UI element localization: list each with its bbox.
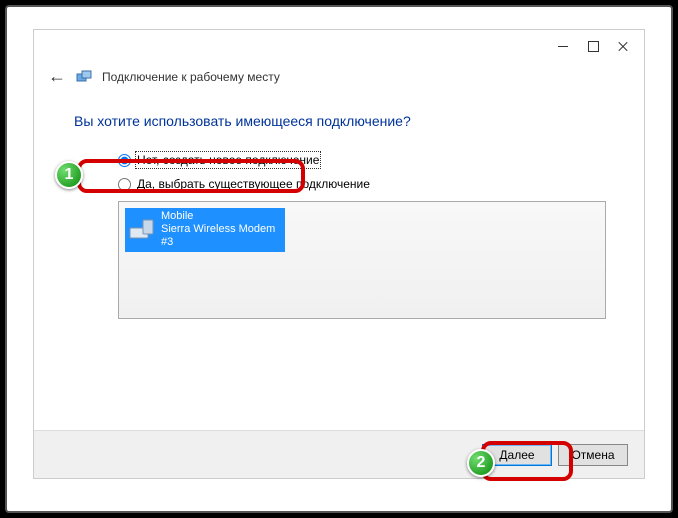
close-button[interactable]	[608, 35, 638, 57]
workplace-icon	[76, 69, 92, 85]
connection-text: Mobile Sierra Wireless Modem #3	[161, 210, 281, 250]
back-arrow-icon[interactable]: ←	[48, 66, 66, 87]
wizard-window: ← Подключение к рабочему месту Вы хотите…	[33, 29, 645, 479]
connection-name: Mobile	[161, 210, 281, 223]
radio-new-connection[interactable]: Нет, создать новое подключение	[118, 153, 604, 167]
connection-item[interactable]: Mobile Sierra Wireless Modem #3	[125, 208, 285, 252]
question-heading: Вы хотите использовать имеющееся подключ…	[74, 113, 604, 129]
cancel-button[interactable]: Отмена	[558, 444, 628, 466]
modem-icon	[129, 218, 155, 242]
radio-existing-connection[interactable]: Да, выбрать существующее подключение	[118, 177, 604, 191]
wizard-content: Вы хотите использовать имеющееся подключ…	[34, 95, 644, 319]
radio-existing-label: Да, выбрать существующее подключение	[137, 177, 370, 191]
wizard-title: Подключение к рабочему месту	[102, 70, 280, 84]
next-button[interactable]: Далее	[482, 444, 552, 466]
screenshot-frame: ← Подключение к рабочему месту Вы хотите…	[5, 5, 673, 513]
radio-group: Нет, создать новое подключение Да, выбра…	[74, 153, 604, 191]
radio-new-label: Нет, создать новое подключение	[137, 153, 319, 167]
connection-device: Sierra Wireless Modem #3	[161, 223, 281, 249]
titlebar	[34, 30, 644, 62]
wizard-header: ← Подключение к рабочему месту	[34, 62, 644, 95]
minimize-button[interactable]	[548, 35, 578, 57]
wizard-footer: Далее Отмена	[34, 430, 644, 478]
connections-listbox[interactable]: Mobile Sierra Wireless Modem #3	[118, 201, 606, 319]
maximize-button[interactable]	[578, 35, 608, 57]
radio-existing-input[interactable]	[118, 178, 131, 191]
radio-new-input[interactable]	[118, 154, 131, 167]
